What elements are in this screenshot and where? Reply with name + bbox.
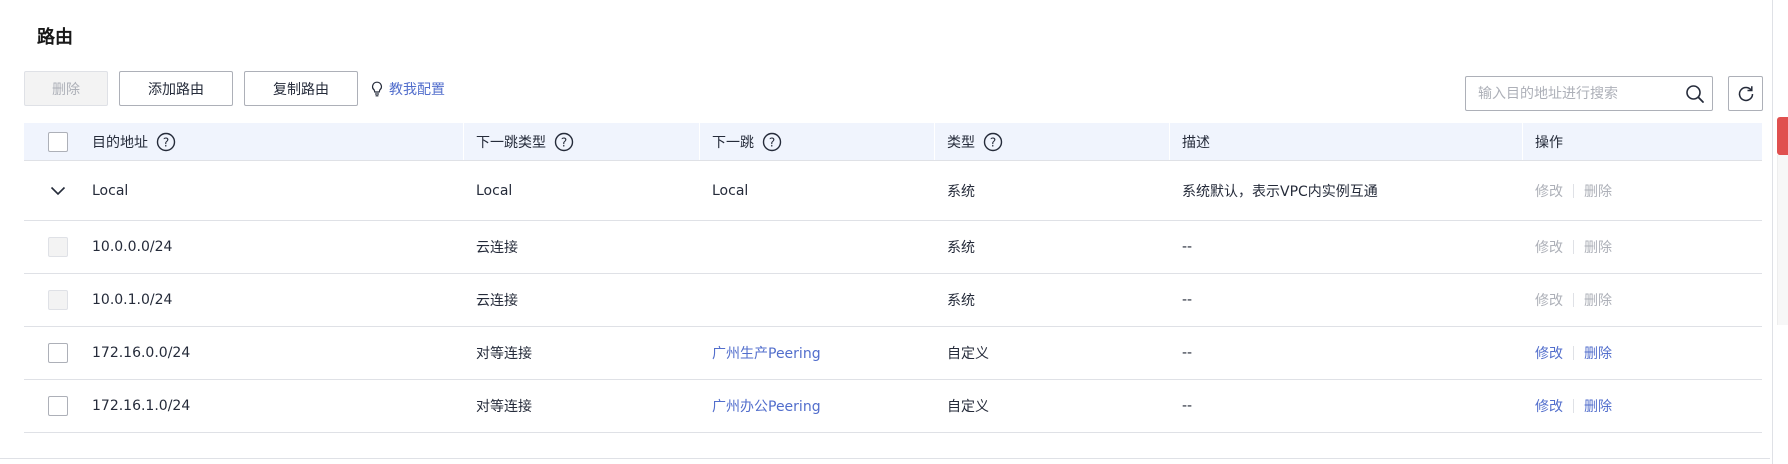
- lightbulb-icon: [372, 81, 382, 96]
- svg-text:?: ?: [990, 135, 996, 149]
- table-row: 10.0.0.0/24 云连接 系统 -- 修改 删除: [24, 221, 1762, 274]
- cell-actions: 修改 删除: [1523, 161, 1762, 220]
- row-checkbox[interactable]: [48, 396, 68, 416]
- copy-route-button[interactable]: 复制路由: [244, 71, 358, 106]
- row-checkbox[interactable]: [48, 290, 68, 310]
- cell-next-hop-type: 云连接: [476, 240, 518, 256]
- delete-action[interactable]: 删除: [1584, 181, 1612, 201]
- header-destination: 目的地址 ?: [88, 123, 464, 160]
- add-route-button[interactable]: 添加路由: [119, 71, 233, 106]
- modify-action[interactable]: 修改: [1535, 343, 1563, 363]
- search-input[interactable]: [1466, 77, 1678, 110]
- delete-button[interactable]: 删除: [24, 71, 108, 106]
- table-header: 目的地址 ? 下一跳类型 ? 下一跳 ? 类型 ? 描述 操作: [24, 123, 1762, 161]
- cell-description: 系统默认，表示VPC内实例互通: [1182, 183, 1378, 200]
- cell-destination: 10.0.1.0/24: [92, 292, 173, 308]
- cell-type: 系统: [947, 293, 975, 309]
- delete-action[interactable]: 删除: [1584, 290, 1612, 310]
- header-next-hop-type: 下一跳类型 ?: [464, 123, 700, 160]
- svg-text:?: ?: [769, 135, 775, 149]
- chevron-down-icon[interactable]: [50, 186, 66, 196]
- delete-action[interactable]: 删除: [1584, 396, 1612, 416]
- svg-text:?: ?: [163, 135, 169, 149]
- cell-next-hop: [700, 274, 935, 326]
- modify-action[interactable]: 修改: [1535, 290, 1563, 310]
- cell-destination: Local: [92, 182, 129, 199]
- cell-type: 系统: [947, 183, 975, 200]
- table-row: 172.16.0.0/24 对等连接 广州生产Peering 自定义 -- 修改…: [24, 327, 1762, 380]
- cell-description: --: [1182, 239, 1193, 255]
- next-hop-link[interactable]: 广州生产Peering: [712, 343, 821, 363]
- help-icon[interactable]: ?: [156, 132, 176, 152]
- cell-next-hop-type: 对等连接: [476, 399, 532, 415]
- header-next-hop-type-label: 下一跳类型: [476, 134, 546, 151]
- table-row: 172.16.1.0/24 对等连接 广州办公Peering 自定义 -- 修改…: [24, 380, 1762, 433]
- search-box: [1465, 76, 1713, 111]
- header-next-hop-label: 下一跳: [712, 134, 754, 151]
- cell-type: 自定义: [947, 346, 989, 362]
- refresh-icon: [1738, 85, 1753, 101]
- cell-next-hop-type: 云连接: [476, 293, 518, 309]
- header-actions: 操作: [1523, 123, 1762, 160]
- table-row: 10.0.1.0/24 云连接 系统 -- 修改 删除: [24, 274, 1762, 327]
- delete-action[interactable]: 删除: [1584, 343, 1612, 363]
- cell-next-hop: [700, 221, 935, 273]
- search-icon[interactable]: [1678, 84, 1712, 104]
- header-next-hop: 下一跳 ?: [700, 123, 935, 160]
- route-table: 目的地址 ? 下一跳类型 ? 下一跳 ? 类型 ? 描述 操作 Local Lo: [24, 123, 1762, 433]
- modify-action[interactable]: 修改: [1535, 237, 1563, 257]
- teach-me-config-label: 教我配置: [389, 81, 445, 98]
- side-float-panel: [1777, 155, 1788, 325]
- header-destination-label: 目的地址: [92, 134, 148, 151]
- cell-next-hop-type: Local: [476, 182, 513, 199]
- row-checkbox[interactable]: [48, 343, 68, 363]
- panel-edge: [1772, 0, 1773, 464]
- toolbar: 删除 添加路由 复制路由 教我配置: [24, 71, 1772, 111]
- header-description-label: 描述: [1182, 134, 1210, 151]
- cell-next-hop-type: 对等连接: [476, 346, 532, 362]
- cell-description: --: [1182, 398, 1193, 414]
- cell-actions: 修改 删除: [1523, 380, 1762, 432]
- cell-destination: 172.16.1.0/24: [92, 398, 191, 414]
- help-icon[interactable]: ?: [983, 132, 1003, 152]
- delete-action[interactable]: 删除: [1584, 237, 1612, 257]
- header-actions-label: 操作: [1535, 134, 1563, 151]
- next-hop-link[interactable]: 广州办公Peering: [712, 396, 821, 416]
- help-icon[interactable]: ?: [762, 132, 782, 152]
- cell-actions: 修改 删除: [1523, 221, 1762, 273]
- cell-destination: 172.16.0.0/24: [92, 345, 191, 361]
- select-all-checkbox[interactable]: [48, 131, 68, 152]
- cell-next-hop: Local: [712, 182, 749, 199]
- teach-me-config-link[interactable]: 教我配置: [371, 71, 445, 106]
- bottom-divider: [0, 458, 1770, 459]
- cell-type: 系统: [947, 240, 975, 256]
- refresh-button[interactable]: [1728, 76, 1763, 111]
- page-title: 路由: [37, 27, 73, 48]
- header-type: 类型 ?: [935, 123, 1170, 160]
- svg-text:?: ?: [561, 135, 567, 149]
- header-description: 描述: [1170, 123, 1523, 160]
- side-float-tab[interactable]: [1777, 117, 1788, 155]
- cell-description: --: [1182, 292, 1193, 308]
- header-type-label: 类型: [947, 134, 975, 151]
- help-icon[interactable]: ?: [554, 132, 574, 152]
- table-row: Local Local Local 系统 系统默认，表示VPC内实例互通 修改 删…: [24, 161, 1762, 221]
- modify-action[interactable]: 修改: [1535, 181, 1563, 201]
- cell-actions: 修改 删除: [1523, 274, 1762, 326]
- cell-description: --: [1182, 345, 1193, 361]
- modify-action[interactable]: 修改: [1535, 396, 1563, 416]
- cell-type: 自定义: [947, 399, 989, 415]
- cell-actions: 修改 删除: [1523, 327, 1762, 379]
- cell-destination: 10.0.0.0/24: [92, 239, 173, 255]
- row-checkbox[interactable]: [48, 237, 68, 257]
